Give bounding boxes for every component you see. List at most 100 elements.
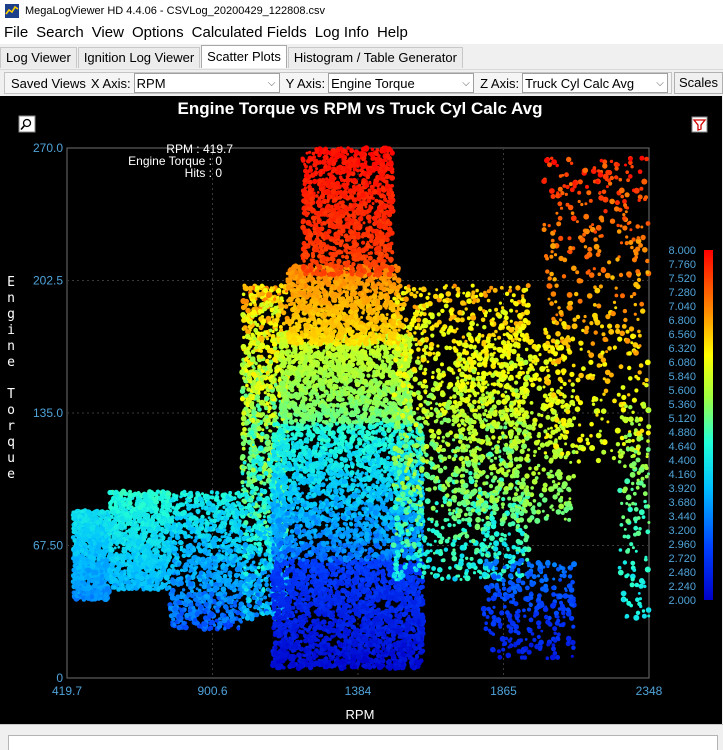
data-point: [104, 586, 111, 592]
data-point: [134, 555, 139, 560]
data-point: [71, 567, 76, 573]
data-point: [271, 342, 277, 347]
data-point: [166, 551, 171, 556]
data-point: [265, 440, 271, 447]
data-point: [194, 571, 198, 575]
data-point: [90, 578, 95, 583]
data-point: [257, 492, 261, 496]
menu-log-info[interactable]: Log Info: [311, 22, 373, 44]
zoom-icon[interactable]: [18, 115, 36, 133]
data-point: [125, 529, 129, 533]
data-point: [263, 471, 269, 476]
data-point: [261, 588, 266, 593]
data-point: [259, 354, 264, 359]
data-point: [264, 406, 269, 411]
data-point: [108, 500, 113, 506]
scales-button[interactable]: Scales: [674, 72, 723, 94]
data-point: [86, 533, 91, 537]
data-point: [218, 617, 222, 621]
x-axis-select[interactable]: RPM ⌵: [133, 73, 280, 93]
data-point: [142, 557, 147, 561]
data-point: [242, 376, 246, 380]
tab-scatter-plots[interactable]: Scatter Plots: [201, 45, 287, 68]
y-axis-select[interactable]: Engine Torque ⌵: [328, 73, 475, 93]
data-point: [151, 506, 156, 511]
data-point: [123, 511, 130, 518]
data-point: [224, 518, 228, 522]
data-point: [84, 544, 88, 548]
data-point: [247, 455, 253, 461]
data-point: [244, 298, 249, 304]
data-point: [140, 501, 146, 508]
data-point: [76, 525, 82, 530]
data-point: [243, 466, 248, 470]
data-point: [229, 521, 234, 526]
data-point: [252, 446, 258, 453]
menu-view[interactable]: View: [88, 22, 128, 44]
data-point: [218, 555, 224, 561]
tab-histogram-table-generator[interactable]: Histogram / Table Generator: [287, 47, 463, 68]
data-point: [171, 617, 176, 622]
data-point: [253, 303, 257, 307]
data-point: [140, 545, 146, 550]
data-point: [241, 292, 246, 297]
data-point: [257, 461, 264, 467]
data-point: [187, 526, 192, 531]
data-point: [185, 520, 191, 527]
data-point: [243, 520, 249, 526]
data-point: [161, 511, 167, 517]
saved-views-menu[interactable]: Saved Views: [11, 76, 86, 91]
data-point: [223, 498, 228, 503]
data-point: [79, 538, 82, 542]
chart-title: Engine Torque vs RPM vs Truck Cyl Calc A…: [178, 99, 543, 118]
data-point: [201, 583, 208, 590]
data-point: [74, 553, 78, 557]
menu-search[interactable]: Search: [32, 22, 88, 44]
menu-calculated-fields[interactable]: Calculated Fields: [188, 22, 311, 44]
data-point: [218, 549, 221, 553]
tab-ignition-log-viewer[interactable]: Ignition Log Viewer: [77, 47, 201, 68]
z-axis-select[interactable]: Truck Cyl Calc Avg ⌵: [522, 73, 669, 93]
data-point: [247, 285, 254, 291]
data-point: [263, 391, 267, 395]
data-point: [136, 527, 141, 531]
data-point: [245, 329, 251, 335]
data-point: [165, 586, 169, 591]
data-point: [254, 346, 258, 350]
data-point: [150, 518, 156, 523]
data-point: [168, 537, 173, 541]
data-point: [73, 522, 78, 527]
data-point: [110, 509, 117, 515]
menu-options[interactable]: Options: [128, 22, 188, 44]
data-point: [98, 537, 102, 541]
data-point: [259, 342, 266, 348]
data-point: [102, 522, 108, 528]
filter-icon[interactable]: [691, 116, 708, 133]
data-point: [264, 610, 270, 616]
data-point: [161, 572, 165, 577]
menu-file[interactable]: File: [0, 22, 32, 44]
menu-help[interactable]: Help: [373, 22, 412, 44]
data-point: [223, 525, 227, 528]
data-point: [260, 525, 266, 531]
data-point: [176, 599, 182, 605]
data-point: [84, 528, 91, 535]
data-point: [120, 497, 124, 502]
data-point: [251, 560, 256, 565]
data-point: [254, 612, 260, 618]
data-point: [216, 577, 222, 583]
data-point: [259, 377, 264, 382]
data-point: [249, 507, 255, 513]
data-point: [258, 586, 262, 590]
scatter-plot[interactable]: Engine Torque vs RPM vs Truck Cyl Calc A…: [0, 96, 722, 724]
data-point: [241, 498, 246, 503]
data-point: [299, 639, 303, 644]
data-point: [78, 562, 82, 566]
data-point: [228, 622, 234, 628]
data-point: [89, 563, 96, 569]
data-point: [272, 286, 276, 290]
data-point: [175, 553, 179, 557]
data-point: [262, 366, 266, 371]
data-point: [256, 530, 263, 537]
tab-log-viewer[interactable]: Log Viewer: [0, 47, 77, 68]
